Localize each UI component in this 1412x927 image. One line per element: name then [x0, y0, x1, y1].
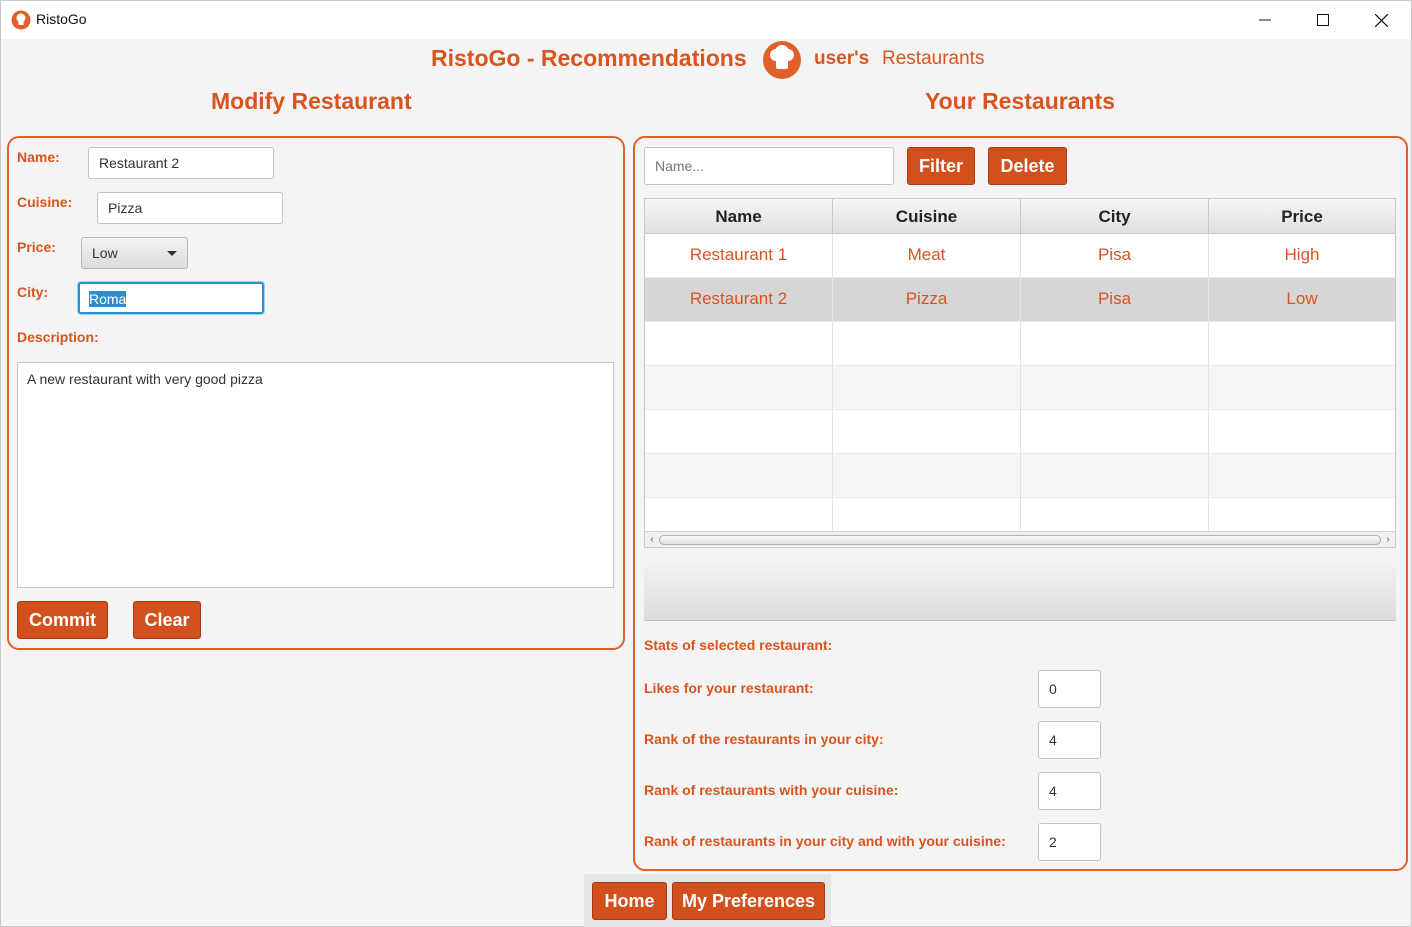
- window-title: RistoGo: [36, 11, 87, 27]
- city-field-value: Roma: [89, 291, 127, 307]
- column-header-city[interactable]: City: [1021, 199, 1209, 234]
- chef-hat-icon: [763, 41, 801, 79]
- rank-city-label: Rank of the restaurants in your city:: [644, 731, 884, 747]
- scroll-right-icon[interactable]: ›: [1383, 535, 1393, 545]
- app-window: RistoGo RistoGo - Recommendations user's…: [0, 0, 1412, 927]
- name-field[interactable]: Restaurant 2: [88, 147, 274, 179]
- clear-button[interactable]: Clear: [133, 601, 201, 639]
- user-label: user's: [814, 48, 870, 69]
- rank-city-value: 4: [1038, 721, 1101, 759]
- price-label: Price:: [17, 239, 56, 255]
- minimize-icon: [1259, 19, 1271, 21]
- close-button[interactable]: [1352, 1, 1410, 39]
- price-select[interactable]: Low: [81, 237, 188, 269]
- table-cell: Low: [1209, 278, 1395, 322]
- delete-button[interactable]: Delete: [988, 147, 1067, 185]
- modify-restaurant-title: Modify Restaurant: [211, 88, 412, 114]
- rank-cuisine-label: Rank of restaurants with your cuisine:: [644, 782, 899, 798]
- stats-title: Stats of selected restaurant:: [644, 637, 833, 653]
- likes-value: 0: [1038, 670, 1101, 708]
- description-field[interactable]: A new restaurant with very good pizza: [17, 362, 614, 588]
- rank-both-value: 2: [1038, 823, 1101, 861]
- table-cell: High: [1209, 234, 1395, 278]
- table-row-empty: [645, 366, 1395, 410]
- scrollbar-thumb[interactable]: [659, 535, 1381, 545]
- minimize-button[interactable]: [1236, 1, 1294, 39]
- table-cell: Restaurant 1: [645, 234, 833, 278]
- table-cell: Restaurant 2: [645, 278, 833, 322]
- description-label: Description:: [17, 329, 99, 345]
- my-preferences-button[interactable]: My Preferences: [672, 882, 825, 920]
- rank-cuisine-value: 4: [1038, 772, 1101, 810]
- filter-button[interactable]: Filter: [907, 147, 975, 185]
- chef-hat-icon: [11, 10, 31, 30]
- cuisine-field[interactable]: Pizza: [97, 192, 283, 224]
- commit-button[interactable]: Commit: [17, 601, 108, 639]
- table-row-empty: [645, 410, 1395, 454]
- search-input[interactable]: [644, 147, 894, 185]
- rank-both-label: Rank of restaurants in your city and wit…: [644, 833, 1006, 849]
- table-row-empty: [645, 322, 1395, 366]
- table-row[interactable]: Restaurant 2 Pizza Pisa Low: [645, 278, 1395, 322]
- table-row[interactable]: Restaurant 1 Meat Pisa High: [645, 234, 1395, 278]
- app-header: RistoGo - Recommendations user's Restaur…: [1, 39, 1411, 83]
- restaurants-link[interactable]: Restaurants: [882, 48, 984, 70]
- horizontal-scrollbar[interactable]: ‹ ›: [645, 531, 1395, 547]
- home-button[interactable]: Home: [592, 882, 667, 920]
- maximize-button[interactable]: [1294, 1, 1352, 39]
- close-icon: [1374, 13, 1388, 27]
- maximize-icon: [1317, 14, 1329, 26]
- name-label: Name:: [17, 149, 60, 165]
- table-footer-band: [644, 558, 1396, 621]
- app-title: RistoGo - Recommendations: [431, 45, 747, 71]
- column-header-name[interactable]: Name: [645, 199, 833, 234]
- scroll-left-icon[interactable]: ‹: [647, 535, 657, 545]
- price-select-value: Low: [92, 245, 118, 261]
- table-header: Name Cuisine City Price: [645, 199, 1395, 234]
- column-header-cuisine[interactable]: Cuisine: [833, 199, 1021, 234]
- column-header-price[interactable]: Price: [1209, 199, 1395, 234]
- your-restaurants-title: Your Restaurants: [925, 88, 1116, 114]
- chevron-down-icon: [167, 251, 177, 256]
- table-cell: Pisa: [1021, 278, 1209, 322]
- table-body: Restaurant 1 Meat Pisa High Restaurant 2…: [645, 234, 1395, 542]
- table-row-empty: [645, 454, 1395, 498]
- cuisine-label: Cuisine:: [17, 194, 73, 210]
- city-label: City:: [17, 284, 49, 300]
- restaurants-table: Name Cuisine City Price Restaurant 1 Mea…: [644, 198, 1396, 548]
- table-cell: Pisa: [1021, 234, 1209, 278]
- table-cell: Pizza: [833, 278, 1021, 322]
- likes-label: Likes for your restaurant:: [644, 680, 814, 696]
- table-cell: Meat: [833, 234, 1021, 278]
- city-field[interactable]: Roma: [78, 282, 264, 314]
- title-bar: RistoGo: [1, 1, 1411, 39]
